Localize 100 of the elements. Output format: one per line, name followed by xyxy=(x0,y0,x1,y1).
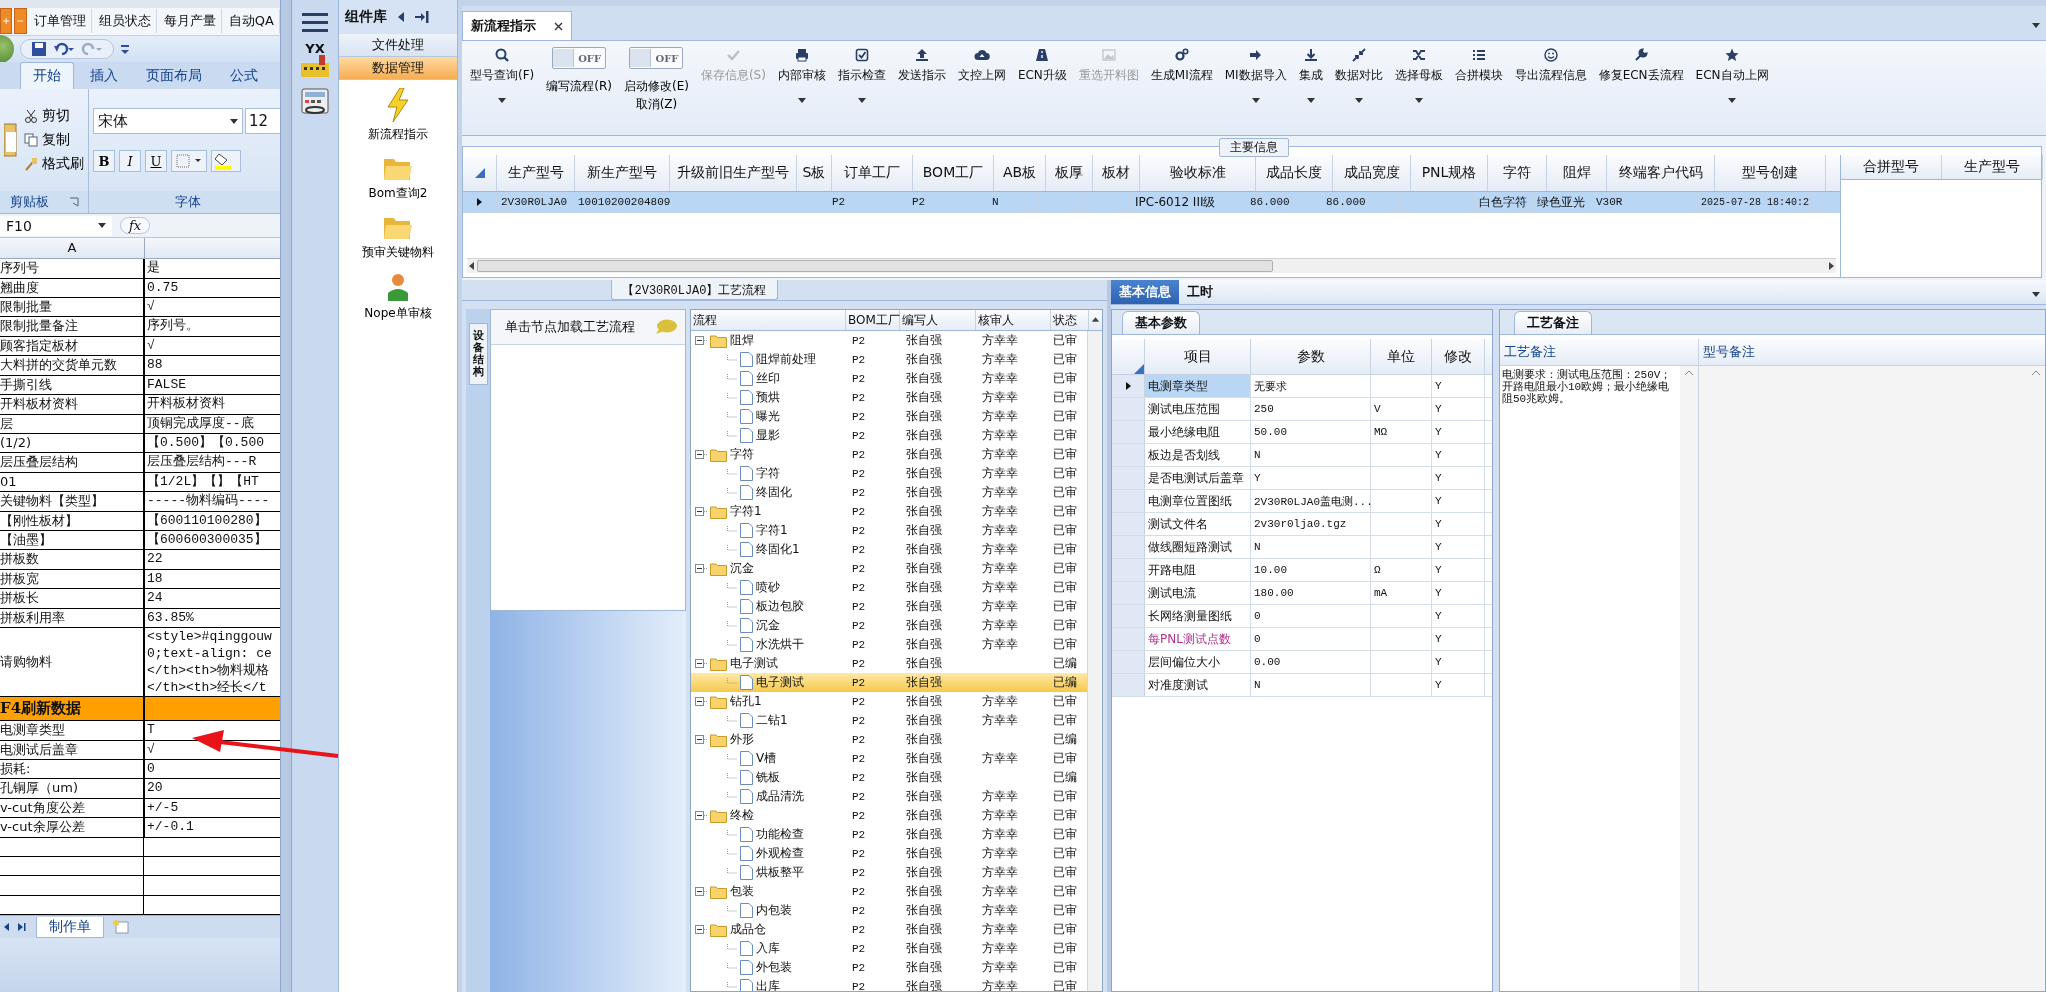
clipboard-button[interactable]: 复制 xyxy=(24,131,84,149)
tree-row[interactable]: 阻焊前处理 P2 张自强 方幸幸 已审 xyxy=(691,350,1087,369)
tree-row[interactable]: V槽 P2 张自强 方幸幸 已审 xyxy=(691,749,1087,768)
name-box[interactable]: F10 xyxy=(0,215,112,236)
column-header[interactable]: 型号创建 xyxy=(1715,155,1826,191)
tree-row[interactable]: 外观检查 P2 张自强 方幸幸 已审 xyxy=(691,844,1087,863)
plus-icon[interactable] xyxy=(0,8,13,35)
select-all-icon[interactable] xyxy=(474,168,485,178)
column-header[interactable]: 合拼型号 xyxy=(1841,155,1942,179)
app-tab[interactable]: 每月产量 xyxy=(158,9,222,34)
tree-row[interactable]: 烘板整平 P2 张自强 方幸幸 已审 xyxy=(691,863,1087,882)
undo-icon[interactable] xyxy=(53,40,75,57)
column-header[interactable]: 生产型号 xyxy=(497,155,575,191)
collapse-icon[interactable] xyxy=(695,887,707,896)
factory-logo[interactable]: YX xyxy=(298,42,332,77)
tree-row[interactable]: 喷砂 P2 张自强 方幸幸 已审 xyxy=(691,578,1087,597)
column-header[interactable]: 升级前旧生产型号 xyxy=(670,155,797,191)
collapse-icon[interactable] xyxy=(695,564,707,573)
collapse-icon[interactable] xyxy=(695,697,707,706)
clipboard-button[interactable]: 格式刷 xyxy=(24,155,84,173)
tree-row[interactable]: 电子测试 P2 张自强 已编 xyxy=(691,673,1087,692)
toolbar-button[interactable]: 指示检查 xyxy=(837,47,886,84)
section-header[interactable]: 文件处理 xyxy=(339,34,457,57)
format-button[interactable]: B xyxy=(93,150,115,172)
toggle-switch[interactable]: OFF xyxy=(629,47,684,69)
component-item[interactable]: 新流程指示 xyxy=(339,80,457,147)
collapse-icon[interactable] xyxy=(695,659,707,668)
collapse-icon[interactable] xyxy=(695,507,707,516)
tree-row[interactable]: 终固化 P2 张自强 方幸幸 已审 xyxy=(691,483,1087,502)
column-header[interactable]: AB板 xyxy=(994,155,1046,191)
scrollbar-thumb[interactable] xyxy=(477,260,1273,272)
column-header[interactable]: 生产型号 xyxy=(1942,155,2043,179)
toolbar-button[interactable]: 编写流程(R) xyxy=(546,77,612,95)
toggle-switch[interactable]: OFF xyxy=(552,47,607,69)
toolbar-button[interactable]: 启动修改(E) 取消(Z) xyxy=(623,77,689,113)
sheet-tab[interactable]: 制作单 xyxy=(36,916,104,938)
toolbar-button[interactable]: 型号查询(F) xyxy=(470,47,535,84)
column-header[interactable]: PNL规格 xyxy=(1411,155,1488,191)
app-tab[interactable]: 组员状态 xyxy=(93,9,157,34)
font-name-field[interactable]: 宋体 xyxy=(93,108,243,134)
column-header[interactable]: 订单工厂 xyxy=(832,155,913,191)
tree-row[interactable]: 丝印 P2 张自强 方幸幸 已审 xyxy=(691,369,1087,388)
toolbar-button[interactable]: 集成 xyxy=(1298,47,1323,84)
tab[interactable]: 基本参数 xyxy=(1122,311,1200,334)
tree-row[interactable]: 字符 P2 张自强 方幸幸 已审 xyxy=(691,464,1087,483)
column-header[interactable]: 核审人 xyxy=(976,310,1051,330)
row-header[interactable] xyxy=(1112,375,1145,397)
toolbar-button[interactable]: 选择母板 xyxy=(1394,47,1443,84)
collapse-icon[interactable] xyxy=(695,336,707,345)
component-item[interactable]: 预审关键物料 xyxy=(339,206,457,265)
tree-row[interactable]: 板边包胶 P2 张自强 方幸幸 已审 xyxy=(691,597,1087,616)
app-tab[interactable]: 自动QA xyxy=(223,9,280,34)
scroll-right-icon[interactable] xyxy=(1826,261,1836,271)
collapse-icon[interactable] xyxy=(695,811,707,820)
font-size-field[interactable]: 12 xyxy=(245,108,280,134)
toolbar-button[interactable]: 导出流程信息 xyxy=(1514,47,1587,84)
tab[interactable]: 工时 xyxy=(1179,280,1221,304)
tree-row[interactable]: 电子测试 P2 张自强 已编 xyxy=(691,654,1087,673)
tree-row[interactable]: 预烘 P2 张自强 方幸幸 已审 xyxy=(691,388,1087,407)
side-tab[interactable]: 设备结构 xyxy=(468,323,488,386)
collapse-icon[interactable] xyxy=(695,925,707,934)
dropdown-caret-icon[interactable] xyxy=(857,98,866,103)
tab-list-caret-icon[interactable] xyxy=(2032,22,2040,28)
tree-row[interactable]: 字符1 P2 张自强 方幸幸 已审 xyxy=(691,521,1087,540)
tree-row[interactable]: 终固化1 P2 张自强 方幸幸 已审 xyxy=(691,540,1087,559)
tree-row[interactable]: 成品清洗 P2 张自强 方幸幸 已审 xyxy=(691,787,1087,806)
column-header[interactable]: 状态 xyxy=(1051,310,1089,330)
scrollbar-track[interactable] xyxy=(1087,331,1102,991)
ribbon-tab[interactable]: 页面布局 xyxy=(134,63,214,89)
column-header[interactable]: BOM工厂 xyxy=(913,155,994,191)
minus-icon[interactable] xyxy=(14,8,27,35)
column-header[interactable]: 参数 xyxy=(1251,339,1371,374)
column-header[interactable]: 型号备注 xyxy=(1699,339,2045,365)
tree-row[interactable]: 出库 P2 张自强 方幸幸 已审 xyxy=(691,977,1087,991)
tree-row[interactable]: 阻焊 P2 张自强 方幸幸 已审 xyxy=(691,331,1087,350)
column-header[interactable]: 终端客户代码 xyxy=(1607,155,1715,191)
collapse-left-icon[interactable] xyxy=(397,12,405,22)
ribbon-tab[interactable]: 插入 xyxy=(78,63,130,89)
section-header[interactable]: 数据管理 xyxy=(339,57,457,80)
tree-row[interactable]: 沉金 P2 张自强 方幸幸 已审 xyxy=(691,559,1087,578)
column-header[interactable]: 字符 xyxy=(1488,155,1547,191)
tree-row[interactable]: 内包装 P2 张自强 方幸幸 已审 xyxy=(691,901,1087,920)
column-header[interactable]: 修改 xyxy=(1432,339,1485,374)
ribbon-tab[interactable]: 公式 xyxy=(218,63,270,89)
ribbon-tab[interactable]: 开始 xyxy=(20,62,74,89)
tree-row[interactable]: 钻孔1 P2 张自强 方幸幸 已审 xyxy=(691,692,1087,711)
format-button[interactable]: I xyxy=(119,150,141,172)
column-header[interactable]: 流程 xyxy=(691,310,846,330)
tab[interactable]: 工艺备注 xyxy=(1514,311,1592,334)
tree-row[interactable]: 水洗烘干 P2 张自强 方幸幸 已审 xyxy=(691,635,1087,654)
format-button[interactable]: U xyxy=(145,150,167,172)
dialog-launcher-icon[interactable] xyxy=(68,197,79,207)
fill-color-icon[interactable] xyxy=(211,150,241,172)
tree-row[interactable]: 入库 P2 张自强 方幸幸 已审 xyxy=(691,939,1087,958)
toolbar-button[interactable]: ECN升级 xyxy=(1017,47,1067,84)
dropdown-caret-icon[interactable] xyxy=(1414,98,1423,103)
column-header[interactable]: S板 xyxy=(797,155,832,191)
collapse-icon[interactable] xyxy=(695,450,707,459)
toolbar-button[interactable]: 数据对比 xyxy=(1334,47,1383,84)
tree-row[interactable]: 功能检查 P2 张自强 方幸幸 已审 xyxy=(691,825,1087,844)
